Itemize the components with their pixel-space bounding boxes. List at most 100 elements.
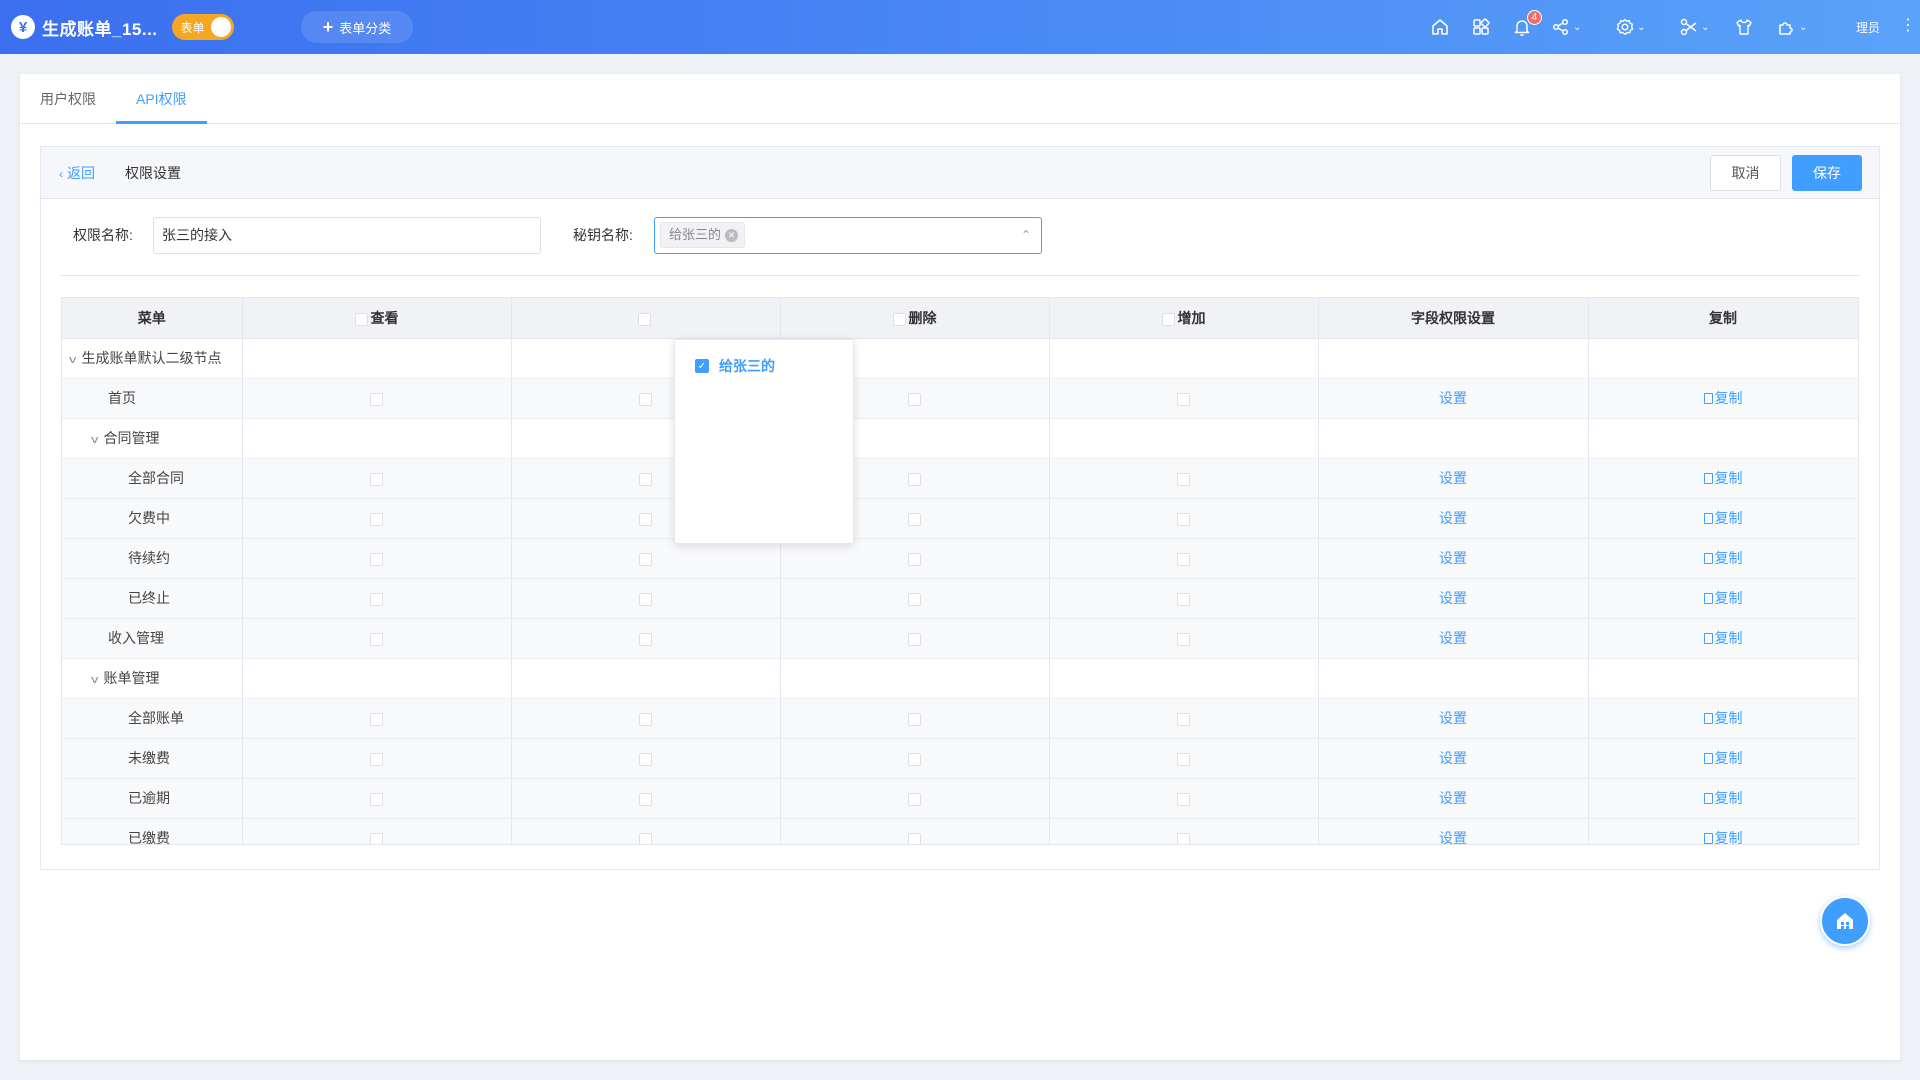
copy-link[interactable]: 复制 xyxy=(1703,790,1743,806)
tag-label: 给张三的 xyxy=(669,227,722,242)
perm-edit-checkbox[interactable] xyxy=(639,792,652,806)
perm-view-checkbox[interactable] xyxy=(370,472,383,486)
menu-cell: 待续约 xyxy=(62,538,243,579)
perm-view-checkbox[interactable] xyxy=(370,632,383,646)
perm-delete-checkbox[interactable] xyxy=(908,552,921,566)
perm-view-cell xyxy=(242,538,512,579)
perm-edit-checkbox[interactable] xyxy=(639,632,652,646)
copy-cell: 复制 xyxy=(1588,378,1858,419)
perm-view-checkbox[interactable] xyxy=(370,592,383,606)
perm-name-input[interactable]: 张三的接入 xyxy=(153,217,541,254)
perm-delete-checkbox[interactable] xyxy=(908,752,921,766)
perm-edit-checkbox[interactable] xyxy=(639,392,652,406)
menu-cell: 全部账单 xyxy=(62,698,243,739)
select-all-view-checkbox[interactable] xyxy=(354,312,368,326)
perm-view-checkbox[interactable] xyxy=(370,392,383,406)
perm-edit-checkbox[interactable] xyxy=(639,752,652,766)
chevron-down-icon[interactable]: v xyxy=(69,354,76,366)
tshirt-icon[interactable] xyxy=(1734,17,1754,37)
perm-view-cell xyxy=(242,498,512,539)
perm-edit-checkbox[interactable] xyxy=(639,832,652,844)
perm-delete-checkbox[interactable] xyxy=(908,792,921,806)
select-all-add-checkbox[interactable] xyxy=(1161,312,1175,326)
perm-add-checkbox[interactable] xyxy=(1177,792,1190,806)
more-vertical-icon[interactable]: ⋮ xyxy=(1900,15,1916,35)
perm-add-checkbox[interactable] xyxy=(1177,392,1190,406)
perm-delete-cell xyxy=(780,818,1050,844)
form-toggle[interactable]: 表单 xyxy=(171,14,234,40)
perm-add-checkbox[interactable] xyxy=(1177,632,1190,646)
copy-link[interactable]: 复制 xyxy=(1703,470,1743,486)
tab-api-permissions[interactable]: API权限 xyxy=(136,74,187,124)
menu-label: 全部账单 xyxy=(128,710,184,726)
field-settings-link[interactable]: 设置 xyxy=(1439,390,1467,406)
perm-view-cell xyxy=(242,818,512,844)
field-settings-link[interactable]: 设置 xyxy=(1439,630,1467,646)
field-settings-link[interactable]: 设置 xyxy=(1439,590,1467,606)
share-icon[interactable]: ⌄ xyxy=(1551,17,1581,37)
perm-edit-checkbox[interactable] xyxy=(639,472,652,486)
bell-icon[interactable]: 4 xyxy=(1512,10,1542,37)
perm-add-checkbox[interactable] xyxy=(1177,592,1190,606)
app-title[interactable]: 生成账单_15... xyxy=(42,15,158,40)
field-settings-link[interactable]: 设置 xyxy=(1439,510,1467,526)
perm-delete-checkbox[interactable] xyxy=(908,632,921,646)
close-icon[interactable]: ✕ xyxy=(725,228,739,242)
copy-link[interactable]: 复制 xyxy=(1703,550,1743,566)
perm-add-checkbox[interactable] xyxy=(1177,552,1190,566)
perm-add-checkbox[interactable] xyxy=(1177,472,1190,486)
copy-link[interactable]: 复制 xyxy=(1703,390,1743,406)
floating-home-button[interactable] xyxy=(1820,896,1870,946)
copy-link[interactable]: 复制 xyxy=(1703,630,1743,646)
select-all-edit-checkbox[interactable] xyxy=(637,312,651,326)
perm-delete-checkbox[interactable] xyxy=(908,712,921,726)
perm-edit-checkbox[interactable] xyxy=(639,552,652,566)
field-settings-link[interactable]: 设置 xyxy=(1439,470,1467,486)
copy-link[interactable]: 复制 xyxy=(1703,830,1743,844)
gear-icon[interactable]: ⌄ xyxy=(1615,17,1645,37)
chevron-down-icon[interactable]: v xyxy=(91,674,98,686)
back-link[interactable]: ‹ 返回 xyxy=(59,147,95,200)
perm-delete-checkbox[interactable] xyxy=(908,472,921,486)
dropdown-option[interactable]: ✓ 给张三的 xyxy=(695,356,775,376)
form-category-button[interactable]: + 表单分类 xyxy=(301,11,413,43)
tab-user-permissions[interactable]: 用户权限 xyxy=(40,74,96,124)
perm-view-checkbox[interactable] xyxy=(370,552,383,566)
perm-edit-checkbox[interactable] xyxy=(639,712,652,726)
save-button[interactable]: 保存 xyxy=(1792,155,1862,191)
chevron-down-icon[interactable]: v xyxy=(91,434,98,446)
perm-view-checkbox[interactable] xyxy=(370,512,383,526)
copy-link[interactable]: 复制 xyxy=(1703,710,1743,726)
cancel-button[interactable]: 取消 xyxy=(1710,155,1781,191)
user-name[interactable]: 理员 xyxy=(1856,19,1880,36)
select-all-delete-checkbox[interactable] xyxy=(892,312,906,326)
plugin-icon[interactable]: ⌄ xyxy=(1777,17,1807,37)
key-name-select[interactable]: 给张三的 ✕ ⌃ xyxy=(654,217,1042,254)
perm-delete-cell xyxy=(780,618,1050,659)
perm-view-checkbox[interactable] xyxy=(370,832,383,844)
field-settings-link[interactable]: 设置 xyxy=(1439,550,1467,566)
copy-link[interactable]: 复制 xyxy=(1703,750,1743,766)
perm-add-checkbox[interactable] xyxy=(1177,712,1190,726)
perm-delete-checkbox[interactable] xyxy=(908,512,921,526)
field-settings-link[interactable]: 设置 xyxy=(1439,710,1467,726)
perm-view-checkbox[interactable] xyxy=(370,792,383,806)
perm-delete-checkbox[interactable] xyxy=(908,592,921,606)
perm-add-checkbox[interactable] xyxy=(1177,832,1190,844)
perm-delete-checkbox[interactable] xyxy=(908,832,921,844)
copy-link[interactable]: 复制 xyxy=(1703,510,1743,526)
field-settings-link[interactable]: 设置 xyxy=(1439,750,1467,766)
perm-view-checkbox[interactable] xyxy=(370,712,383,726)
copy-link[interactable]: 复制 xyxy=(1703,590,1743,606)
perm-edit-checkbox[interactable] xyxy=(639,592,652,606)
perm-add-checkbox[interactable] xyxy=(1177,512,1190,526)
home-icon[interactable] xyxy=(1430,17,1450,37)
field-settings-link[interactable]: 设置 xyxy=(1439,830,1467,844)
scissors-icon[interactable]: ⌄ xyxy=(1679,17,1709,37)
perm-add-checkbox[interactable] xyxy=(1177,752,1190,766)
perm-view-checkbox[interactable] xyxy=(370,752,383,766)
field-settings-link[interactable]: 设置 xyxy=(1439,790,1467,806)
perm-delete-checkbox[interactable] xyxy=(908,392,921,406)
apps-grid-icon[interactable] xyxy=(1471,17,1491,37)
perm-edit-checkbox[interactable] xyxy=(639,512,652,526)
